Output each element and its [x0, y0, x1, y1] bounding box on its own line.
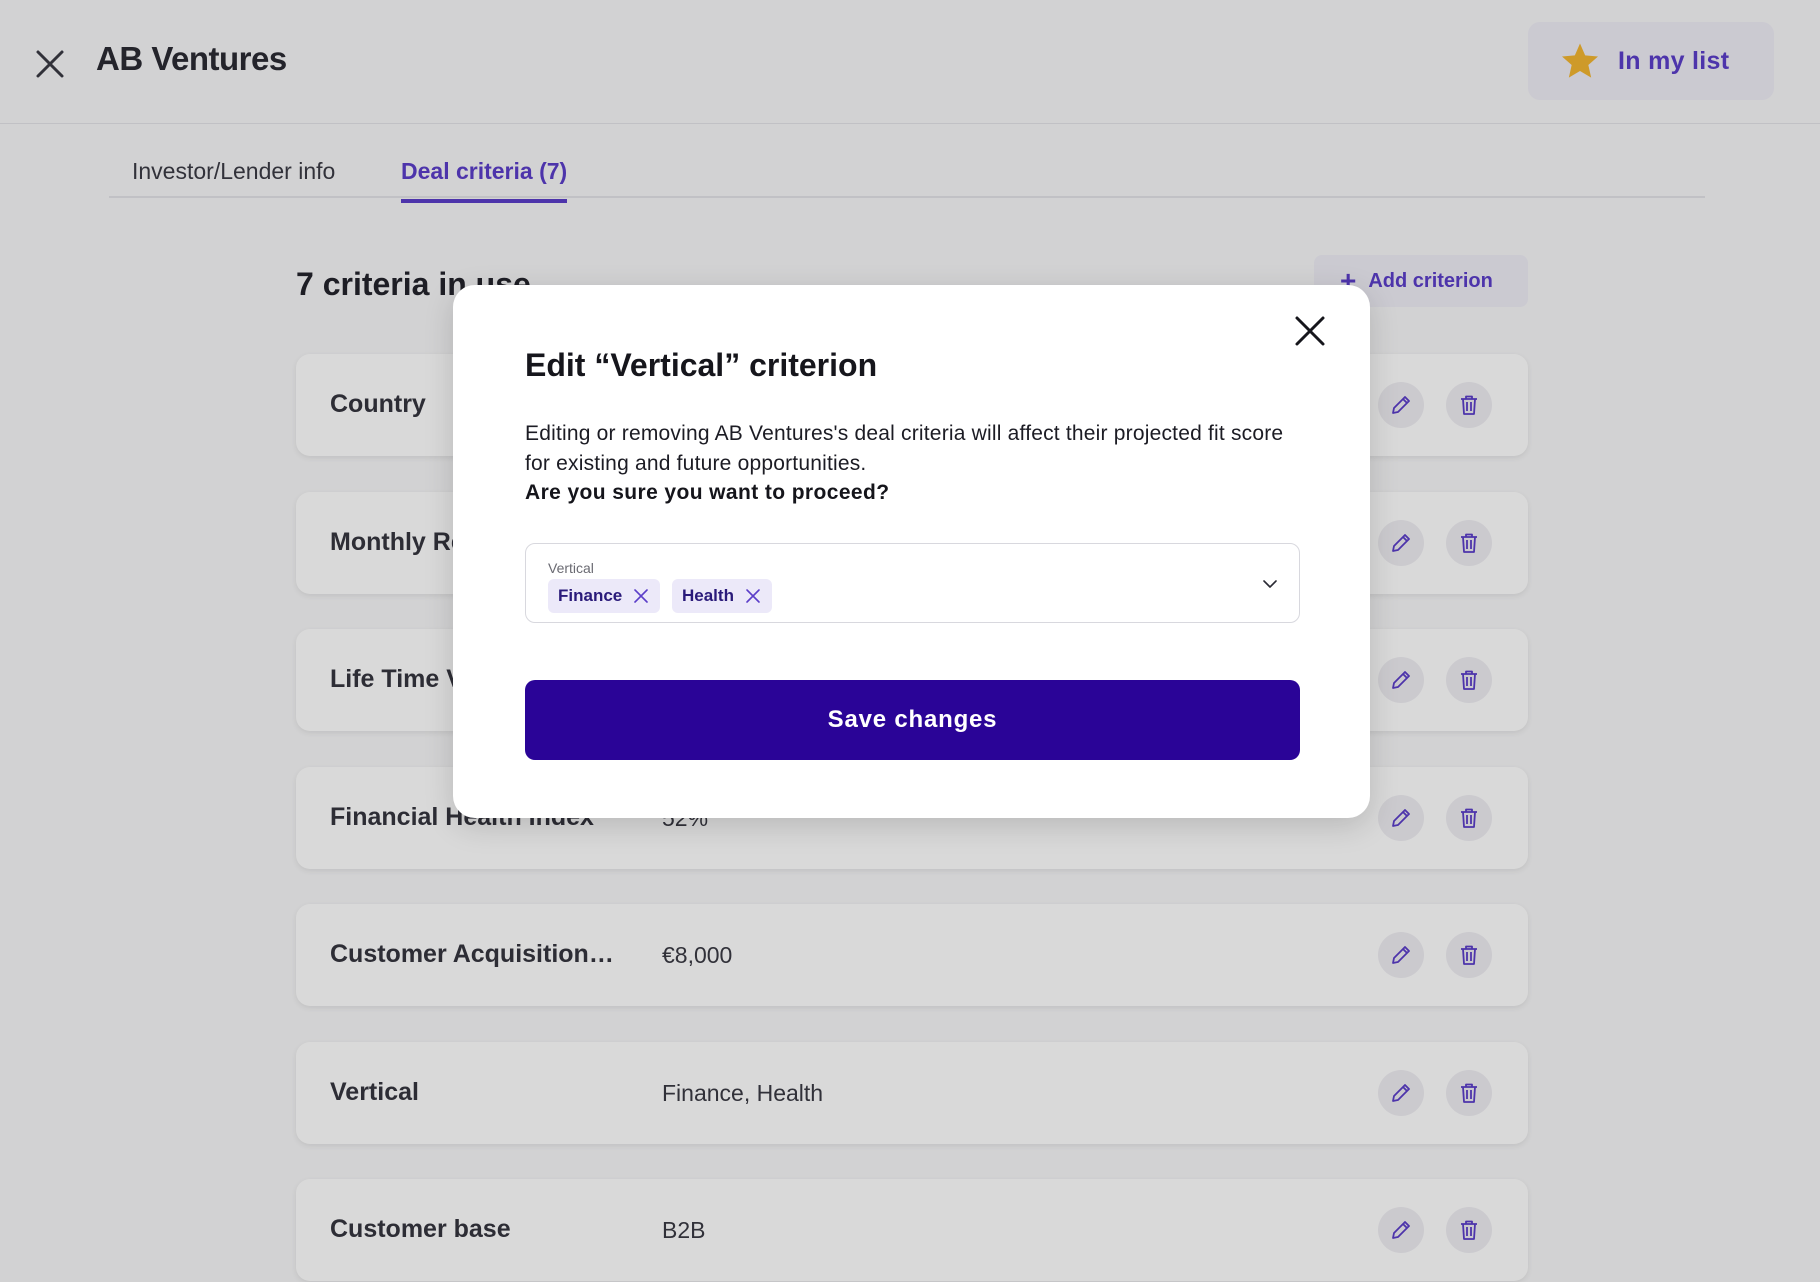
chevron-down-icon[interactable] [1261, 575, 1279, 593]
edit-criterion-dialog: Edit “Vertical” criterion Editing or rem… [453, 285, 1370, 818]
chip-label: Health [682, 586, 734, 605]
remove-chip-icon[interactable] [632, 587, 650, 605]
close-icon[interactable] [1292, 313, 1328, 349]
dialog-description: Editing or removing AB Ventures's deal c… [525, 422, 1284, 475]
field-label: Vertical [548, 560, 594, 576]
remove-chip-icon[interactable] [744, 587, 762, 605]
dialog-question: Are you sure you want to proceed? [525, 481, 890, 504]
dialog-title: Edit “Vertical” criterion [525, 347, 878, 383]
chip-finance: Finance [548, 579, 661, 613]
vertical-select[interactable]: Vertical Finance Health [525, 543, 1300, 623]
save-changes-button[interactable]: Save changes [525, 680, 1300, 760]
chip-health: Health [672, 579, 772, 613]
chip-label: Finance [558, 586, 623, 605]
